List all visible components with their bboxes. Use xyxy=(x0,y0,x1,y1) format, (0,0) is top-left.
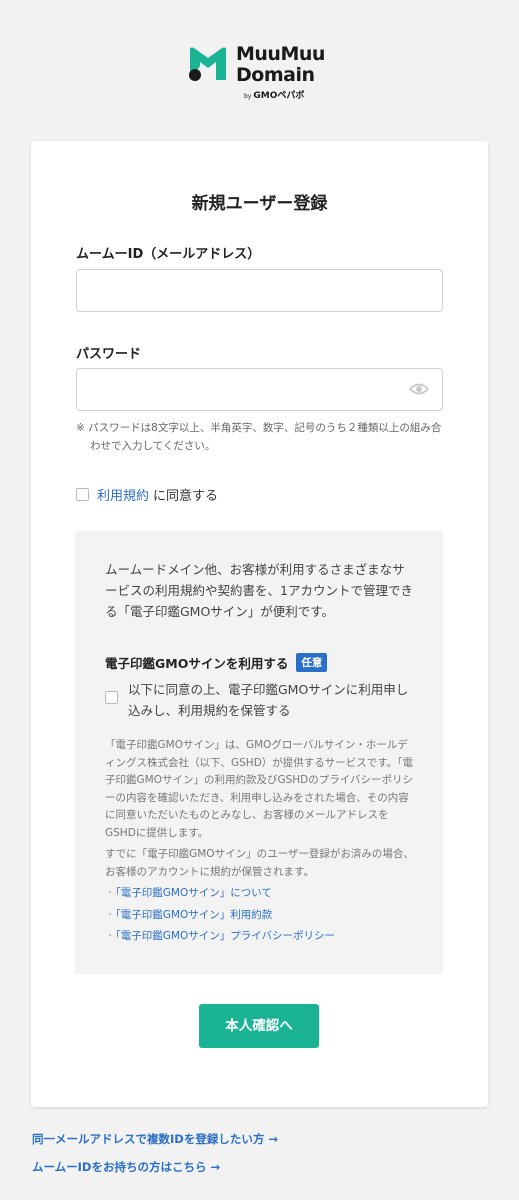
gmo-sign-checkbox-label: 以下に同意の上、電子印鑑GMOサインに利用申し込みし、利用規約を保管する xyxy=(128,682,409,718)
gmo-sign-heading: 電子印鑑GMOサインを利用する 任意 xyxy=(105,653,328,672)
optional-badge: 任意 xyxy=(296,653,328,672)
gmo-sign-panel: ムームードメイン他、お客様が利用するさまざまなサービスの利用規約や契約書を、1ア… xyxy=(75,531,443,974)
muumuu-domain-logo[interactable]: MuuMuu Domain by GMOペパボ xyxy=(186,44,336,101)
multiple-id-link[interactable]: 同一メールアドレスで複数IDを登録したい方 → xyxy=(32,1131,278,1147)
logo-wordmark: MuuMuu Domain xyxy=(236,44,325,86)
gmo-sign-agree-row[interactable]: 以下に同意の上、電子印鑑GMOサインに利用申し込みし、利用規約を保管する xyxy=(105,679,417,721)
logo-mark-icon xyxy=(189,47,226,81)
logo-byline-text: GMOペパボ xyxy=(253,91,305,101)
gmo-sign-note: すでに「電子印鑑GMOサイン」のユーザー登録がお済みの場合、お客様のアカウントに… xyxy=(105,848,414,878)
gmo-sign-terms-link[interactable]: 「電子印鑑GMOサイン」利用約款 xyxy=(105,905,335,927)
logo-byline: by GMOペパボ xyxy=(244,88,304,101)
gmo-sign-description: 「電子印鑑GMOサイン」は、GMOグローバルサイン・ホールディングス株式会社（以… xyxy=(105,739,414,839)
gmo-sign-links: 「電子印鑑GMOサイン」について 「電子印鑑GMOサイン」利用約款 「電子印鑑G… xyxy=(105,883,336,948)
registration-card: 新規ユーザー登録 ムームーID（メールアドレス） パスワード ※ パスワードは8… xyxy=(31,141,488,1107)
terms-link[interactable]: 利用規約 xyxy=(97,485,149,504)
terms-suffix: に同意する xyxy=(153,489,219,504)
existing-id-link[interactable]: ムームーIDをお持ちの方はこちら → xyxy=(32,1159,220,1175)
gmo-sign-about-link[interactable]: 「電子印鑑GMOサイン」について xyxy=(105,883,335,905)
gmo-sign-intro: ムームードメイン他、お客様が利用するさまざまなサービスの利用規約や契約書を、1ア… xyxy=(105,562,413,619)
id-label: ムームーID（メールアドレス） xyxy=(76,247,261,262)
gmo-sign-privacy-link[interactable]: 「電子印鑑GMOサイン」プライバシーポリシー xyxy=(105,926,336,948)
terms-agree-row[interactable]: 利用規約 に同意する xyxy=(76,485,218,504)
gmo-sign-heading-text: 電子印鑑GMOサインを利用する xyxy=(105,656,289,671)
submit-button[interactable]: 本人確認へ xyxy=(199,1004,319,1048)
logo-line1: MuuMuu xyxy=(236,43,325,65)
password-note: ※ パスワードは8文字以上、半角英字、数字、記号のうち２種類以上の組み合わせで入… xyxy=(76,422,442,452)
logo-line2: Domain xyxy=(236,64,315,86)
eye-icon[interactable] xyxy=(409,381,429,397)
password-input[interactable] xyxy=(76,368,443,411)
logo-by: by xyxy=(244,93,252,100)
terms-checkbox[interactable] xyxy=(76,488,89,501)
id-email-input[interactable] xyxy=(76,269,443,312)
gmo-sign-checkbox[interactable] xyxy=(105,691,118,704)
password-label: パスワード xyxy=(76,347,142,362)
page-title: 新規ユーザー登録 xyxy=(191,194,328,214)
